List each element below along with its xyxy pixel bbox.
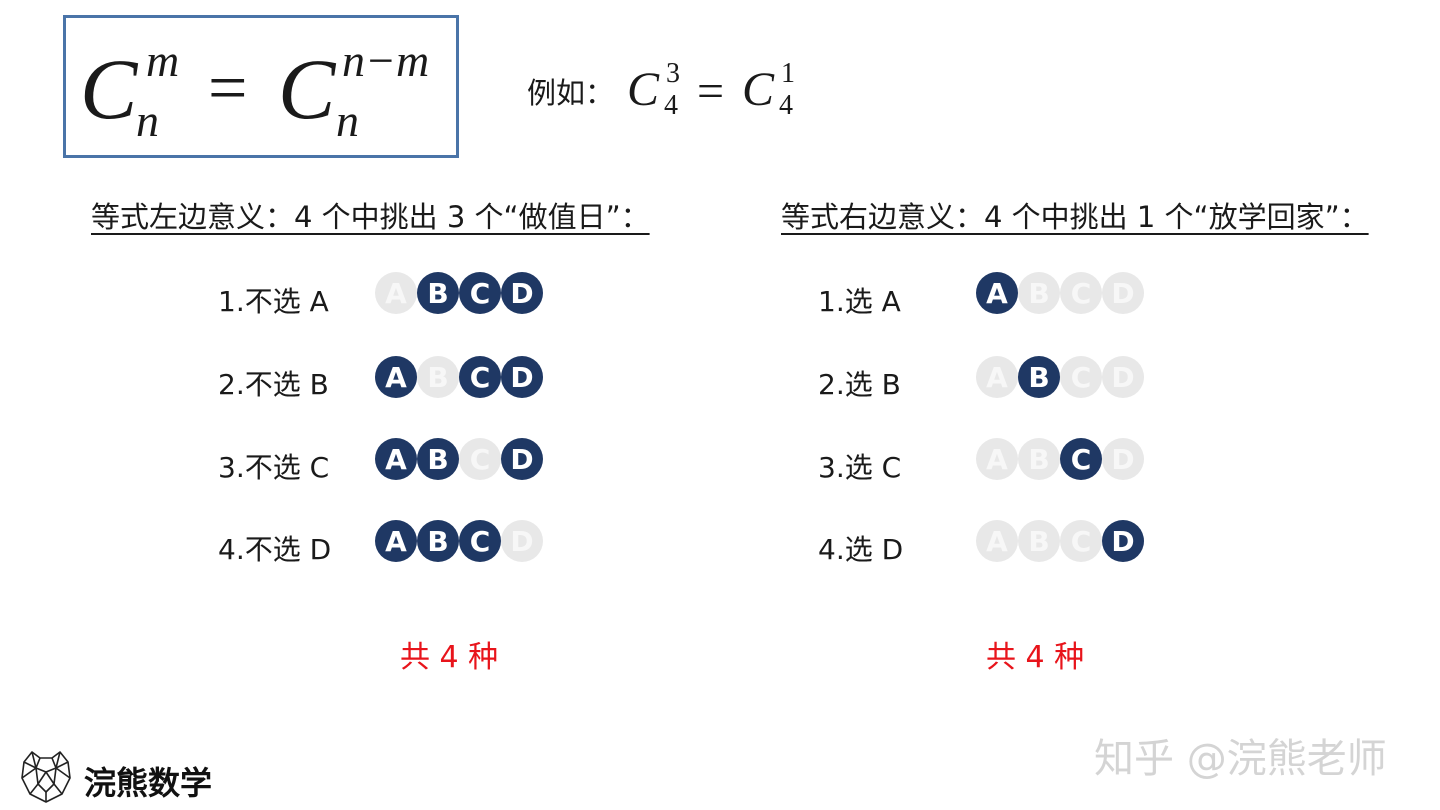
option-circle-b-selected: B (417, 272, 459, 314)
option-circle-c-unselected: C (1060, 356, 1102, 398)
right-row-3-circles: ABCD (976, 438, 1146, 480)
right-heading: 等式右边意义：4 个中挑出 1 个“放学回家”： (781, 200, 1369, 234)
option-circle-c-selected: C (459, 272, 501, 314)
option-circle-b-selected: B (417, 438, 459, 480)
brand-name: 浣熊数学 (84, 764, 213, 802)
left-total: 共 4 种 (400, 640, 499, 675)
watermark: 知乎 @浣熊老师 (1094, 736, 1387, 782)
example-rhs-sup: 1 (781, 58, 795, 89)
option-circle-c-selected: C (459, 520, 501, 562)
left-row-1-circles: ABCD (375, 272, 545, 314)
example-label: 例如： (527, 76, 615, 110)
example-rhs-letter: C (742, 63, 775, 116)
option-circle-d-unselected: D (1102, 272, 1144, 314)
option-circle-c-selected: C (459, 356, 501, 398)
left-row-3-label: 3.不选 C (218, 451, 330, 484)
option-circle-c-unselected: C (459, 438, 501, 480)
example-lhs-sup: 3 (666, 58, 680, 89)
formula-lhs-sup: m (146, 35, 180, 86)
option-circle-b-unselected: B (1018, 272, 1060, 314)
option-circle-a-unselected: A (375, 272, 417, 314)
right-total: 共 4 种 (986, 640, 1085, 675)
option-circle-d-unselected: D (501, 520, 543, 562)
option-circle-a-unselected: A (976, 356, 1018, 398)
right-row-2-label: 2.选 B (818, 368, 901, 401)
example-rhs-sub: 4 (779, 90, 793, 121)
right-row-4-circles: ABCD (976, 520, 1146, 562)
left-row-4-label: 4.不选 D (218, 533, 332, 566)
right-row-2-circles: ABCD (976, 356, 1146, 398)
formula-rhs-sub: n (336, 95, 359, 146)
right-row-3-label: 3.选 C (818, 451, 902, 484)
option-circle-a-unselected: A (976, 520, 1018, 562)
bear-head-icon (18, 748, 74, 804)
option-circle-d-unselected: D (1102, 356, 1144, 398)
example-lhs-sub: 4 (664, 90, 678, 121)
example-lhs-letter: C (627, 63, 660, 116)
option-circle-c-unselected: C (1060, 520, 1102, 562)
option-circle-d-selected: D (501, 272, 543, 314)
formula-box: C m n = C n−m n (63, 15, 459, 158)
option-circle-d-selected: D (1102, 520, 1144, 562)
option-circle-b-unselected: B (1018, 438, 1060, 480)
option-circle-b-unselected: B (417, 356, 459, 398)
formula-equals: = (208, 50, 248, 127)
formula-lhs-letter: C (80, 41, 138, 137)
option-circle-a-selected: A (976, 272, 1018, 314)
right-row-1-circles: ABCD (976, 272, 1146, 314)
left-row-3-circles: ABCD (375, 438, 545, 480)
option-circle-a-selected: A (375, 356, 417, 398)
option-circle-d-unselected: D (1102, 438, 1144, 480)
example-equals: = (697, 65, 725, 118)
formula-rhs-letter: C (278, 41, 336, 137)
option-circle-a-selected: A (375, 520, 417, 562)
option-circle-c-selected: C (1060, 438, 1102, 480)
left-row-2-circles: ABCD (375, 356, 545, 398)
option-circle-b-unselected: B (1018, 520, 1060, 562)
right-row-1-label: 1.选 A (818, 285, 901, 318)
right-row-4-label: 4.选 D (818, 533, 904, 566)
example-formula: 例如： C 3 4 = C 1 4 (527, 60, 807, 120)
option-circle-b-selected: B (417, 520, 459, 562)
left-row-1-label: 1.不选 A (218, 285, 329, 318)
left-heading: 等式左边意义：4 个中挑出 3 个“做值日”： (91, 200, 650, 234)
formula-rhs-sup: n−m (342, 35, 430, 86)
option-circle-b-selected: B (1018, 356, 1060, 398)
option-circle-d-selected: D (501, 438, 543, 480)
option-circle-a-unselected: A (976, 438, 1018, 480)
formula-lhs-sub: n (136, 95, 159, 146)
left-row-2-label: 2.不选 B (218, 368, 329, 401)
left-row-4-circles: ABCD (375, 520, 545, 562)
option-circle-d-selected: D (501, 356, 543, 398)
option-circle-c-unselected: C (1060, 272, 1102, 314)
option-circle-a-selected: A (375, 438, 417, 480)
